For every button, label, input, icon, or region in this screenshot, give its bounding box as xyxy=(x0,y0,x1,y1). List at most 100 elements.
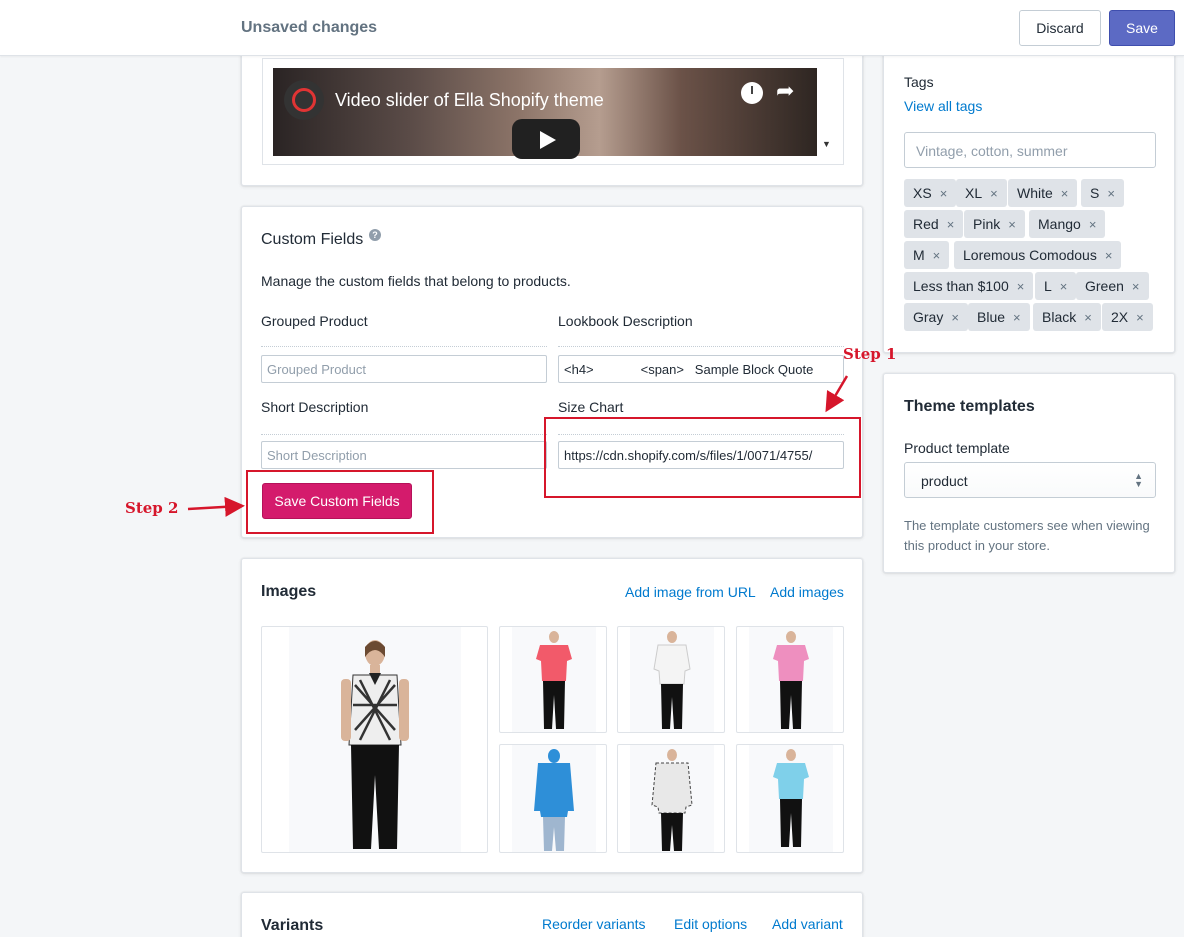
discard-button[interactable]: Discard xyxy=(1019,10,1101,46)
model-figure xyxy=(651,749,693,851)
custom-fields-description: Manage the custom fields that belong to … xyxy=(261,273,571,289)
remove-tag-icon[interactable]: × xyxy=(1061,186,1069,201)
tags-input[interactable]: Vintage, cotton, summer xyxy=(904,132,1156,168)
share-icon[interactable]: ➦ xyxy=(776,80,794,102)
tag-chip: Loremous Comodous × xyxy=(954,241,1122,269)
remove-tag-icon[interactable]: × xyxy=(1136,310,1144,325)
tag-label: Gray xyxy=(913,309,944,325)
video-embed[interactable]: Video slider of Ella Shopify theme ➦ ▼ xyxy=(262,58,844,165)
tag-label: White xyxy=(1017,185,1053,201)
tag-label: Green xyxy=(1085,278,1124,294)
tags-label: Tags xyxy=(904,74,934,90)
step1-highlight-box xyxy=(544,417,861,498)
step2-arrow-icon xyxy=(187,496,245,517)
tag-label: Loremous Comodous xyxy=(963,247,1097,263)
product-image-thumb[interactable] xyxy=(736,744,844,853)
remove-tag-icon[interactable]: × xyxy=(940,186,948,201)
tag-label: Less than $100 xyxy=(913,278,1009,294)
product-image-thumb[interactable] xyxy=(736,626,844,733)
model-figure xyxy=(536,631,572,729)
theme-templates-title: Theme templates xyxy=(904,398,1035,415)
model-figure xyxy=(653,631,691,729)
tag-label: S xyxy=(1090,185,1100,201)
grouped-product-input[interactable]: Grouped Product xyxy=(261,355,547,383)
tag-chip: White × xyxy=(1008,179,1078,207)
images-title: Images xyxy=(261,583,317,600)
remove-tag-icon[interactable]: × xyxy=(951,310,959,325)
tag-chip: 2X × xyxy=(1102,303,1153,331)
tag-label: M xyxy=(913,247,925,263)
remove-tag-icon[interactable]: × xyxy=(1013,310,1021,325)
remove-tag-icon[interactable]: × xyxy=(1107,186,1115,201)
reorder-variants-link[interactable]: Reorder variants xyxy=(542,916,646,932)
tag-chip: Red × xyxy=(904,210,964,238)
theme-templates-card: Theme templates Product template product… xyxy=(883,373,1175,573)
tag-chip: Black × xyxy=(1033,303,1101,331)
tags-card: Tags View all tags Vintage, cotton, summ… xyxy=(883,40,1175,353)
selected-template: product xyxy=(921,473,968,489)
play-icon[interactable] xyxy=(512,119,580,159)
tag-label: Red xyxy=(913,216,939,232)
video-thumbnail[interactable]: Video slider of Ella Shopify theme ➦ xyxy=(273,68,817,159)
tag-chip: Less than $100 × xyxy=(904,272,1034,300)
product-image-thumb[interactable] xyxy=(617,744,725,853)
tag-chip: Gray × xyxy=(904,303,968,331)
divider xyxy=(558,346,844,347)
tag-label: Blue xyxy=(977,309,1006,325)
add-variant-link[interactable]: Add variant xyxy=(772,916,843,932)
remove-tag-icon[interactable]: × xyxy=(1008,217,1016,232)
remove-tag-icon[interactable]: × xyxy=(1089,217,1097,232)
tag-chip: M × xyxy=(904,241,950,269)
divider xyxy=(261,346,547,347)
edit-options-link[interactable]: Edit options xyxy=(674,916,747,932)
help-icon[interactable]: ? xyxy=(369,229,381,241)
scroll-down-arrow-icon[interactable]: ▼ xyxy=(822,139,831,149)
tag-label: XL xyxy=(965,185,983,201)
tag-label: 2X xyxy=(1111,309,1129,325)
watch-later-icon[interactable] xyxy=(741,82,763,104)
remove-tag-icon[interactable]: × xyxy=(933,248,941,263)
description-card: Video slider of Ella Shopify theme ➦ ▼ xyxy=(241,40,863,186)
short-description-input[interactable]: Short Description xyxy=(261,441,547,469)
tag-chip: Blue × xyxy=(968,303,1030,331)
product-template-label: Product template xyxy=(904,440,1010,456)
remove-tag-icon[interactable]: × xyxy=(1060,279,1068,294)
save-button[interactable]: Save xyxy=(1109,10,1175,46)
video-title: Video slider of Ella Shopify theme xyxy=(335,90,604,110)
tag-chip: L × xyxy=(1035,272,1077,300)
short-description-label: Short Description xyxy=(261,399,369,415)
tag-label: Black xyxy=(1042,309,1077,325)
remove-tag-icon[interactable]: × xyxy=(1105,248,1113,263)
top-bar: Unsaved changes Discard Save xyxy=(0,0,1184,56)
remove-tag-icon[interactable]: × xyxy=(1017,279,1025,294)
remove-tag-icon[interactable]: × xyxy=(990,186,998,201)
tag-label: L xyxy=(1044,278,1052,294)
product-template-select[interactable]: product ▲ ▼ xyxy=(904,462,1156,498)
tag-label: Mango xyxy=(1038,216,1081,232)
tag-chip: Mango × xyxy=(1029,210,1106,238)
template-help-text: The template customers see when viewing … xyxy=(904,518,1150,553)
images-card: Images Add image from URL Add images xyxy=(241,558,863,873)
view-all-tags-link[interactable]: View all tags xyxy=(904,98,982,114)
add-image-from-url-link[interactable]: Add image from URL xyxy=(625,584,756,600)
remove-tag-icon[interactable]: × xyxy=(947,217,955,232)
product-image-main[interactable] xyxy=(261,626,488,853)
step1-label: Step 1 xyxy=(843,345,897,363)
grouped-product-label: Grouped Product xyxy=(261,313,368,329)
model-figure xyxy=(773,631,809,729)
lookbook-description-label: Lookbook Description xyxy=(558,313,693,329)
product-image-thumb[interactable] xyxy=(617,626,725,733)
tag-chip: Pink × xyxy=(964,210,1025,238)
step2-highlight-box xyxy=(246,470,434,534)
size-chart-label: Size Chart xyxy=(558,399,624,415)
product-image-thumb[interactable] xyxy=(499,626,607,733)
remove-tag-icon[interactable]: × xyxy=(1084,310,1092,325)
lookbook-description-input[interactable]: <h4> <span> Sample Block Quote xyxy=(558,355,844,383)
model-figure xyxy=(773,749,809,847)
variants-title: Variants xyxy=(261,917,324,934)
variants-card: Variants Reorder variants Edit options A… xyxy=(241,892,863,937)
add-images-link[interactable]: Add images xyxy=(770,584,844,600)
step2-label: Step 2 xyxy=(125,499,179,517)
product-image-thumb[interactable] xyxy=(499,744,607,853)
remove-tag-icon[interactable]: × xyxy=(1132,279,1140,294)
